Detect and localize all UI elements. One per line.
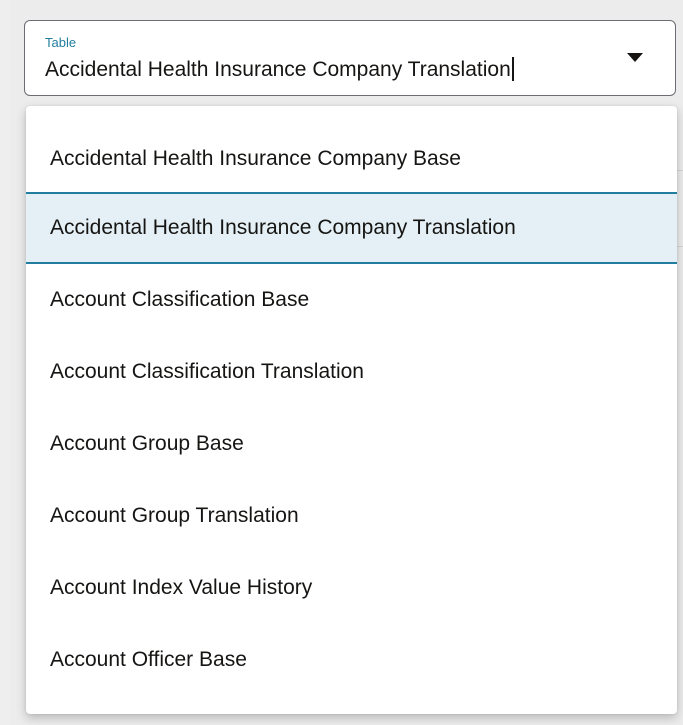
table-options-dropdown: Accidental Health Insurance Company Base… [26, 106, 677, 714]
dropdown-option[interactable]: Account Group Translation [26, 480, 677, 552]
background-divider [677, 170, 683, 171]
dropdown-option[interactable]: Account Officer Base [26, 624, 677, 696]
dropdown-option[interactable]: Account Index Value History [26, 552, 677, 624]
dropdown-option[interactable]: Account Group Base [26, 408, 677, 480]
dropdown-option-selected[interactable]: Accidental Health Insurance Company Tran… [26, 192, 677, 264]
background-divider [677, 246, 683, 247]
chevron-down-icon[interactable] [627, 53, 643, 62]
dropdown-option[interactable]: Account Classification Translation [26, 336, 677, 408]
dropdown-option[interactable]: Accidental Health Insurance Company Base [26, 123, 677, 195]
table-select-field[interactable]: Table Accidental Health Insurance Compan… [24, 20, 676, 96]
table-field-label: Table [45, 35, 77, 50]
table-field-value-text[interactable]: Accidental Health Insurance Company Tran… [45, 58, 511, 81]
text-cursor [511, 57, 514, 81]
background-edge [0, 0, 10, 725]
dropdown-option[interactable]: Account Classification Base [26, 264, 677, 336]
table-field-value[interactable]: Accidental Health Insurance Company Tran… [45, 56, 514, 84]
